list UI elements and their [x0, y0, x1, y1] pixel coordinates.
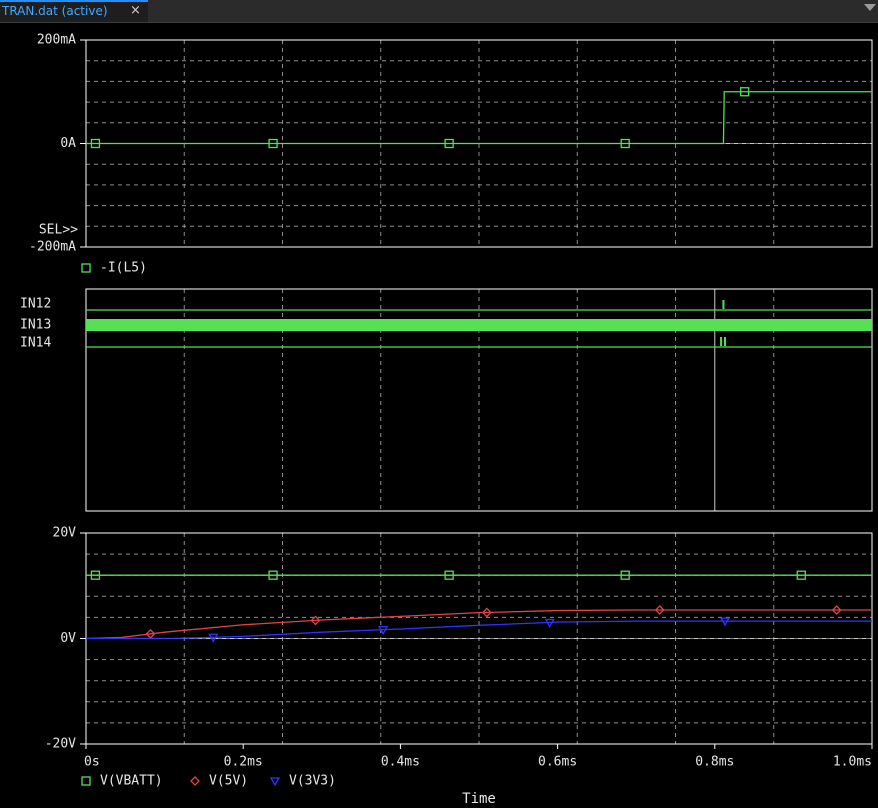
legend-marker: [269, 777, 281, 787]
legend-marker: [190, 776, 200, 786]
tab-title: TRAN.dat (active): [2, 4, 108, 18]
legend-label: V(3V3): [289, 774, 336, 789]
legend-label: -I(L5): [100, 261, 147, 276]
legend-marker: [81, 263, 91, 273]
digital-signal-label: IN14: [20, 336, 51, 351]
x-tick-label: 0.8ms: [695, 755, 734, 770]
close-icon[interactable]: ×: [130, 3, 141, 18]
y-tick-label: -20V: [45, 737, 76, 752]
x-tick-label: 0.4ms: [381, 755, 420, 770]
legend-label: V(5V): [209, 774, 248, 789]
waveform-plot: 200mA 0A -200mA SEL>> -I(L5) IN12 IN13 IN14 20V 0…: [20, 33, 873, 807]
x-tick-label: 1.0ms: [833, 755, 872, 770]
tab-bar: TRAN.dat (active) ×: [0, 0, 878, 23]
y-tick-label: -200mA: [29, 240, 76, 255]
x-tick-label: 0.6ms: [538, 755, 577, 770]
chevron-down-icon[interactable]: [864, 4, 876, 11]
y-tick-label: 200mA: [37, 33, 76, 48]
y-tick-label: 0A: [60, 136, 76, 151]
x-axis-label: Time: [462, 791, 496, 807]
selector-label: SEL>>: [39, 223, 78, 238]
digital-bus: [86, 319, 872, 331]
digital-signal-label: IN12: [20, 297, 51, 312]
tab-tran-dat[interactable]: TRAN.dat (active) ×: [0, 0, 148, 22]
digital-signal-label: IN13: [20, 318, 51, 333]
x-tick-label: 0.2ms: [224, 755, 263, 770]
legend-marker: [81, 776, 91, 786]
legend-label: V(VBATT): [100, 774, 163, 789]
y-tick-label: 0V: [60, 631, 76, 646]
y-tick-label: 20V: [53, 526, 77, 541]
x-tick-label: 0s: [84, 755, 100, 770]
